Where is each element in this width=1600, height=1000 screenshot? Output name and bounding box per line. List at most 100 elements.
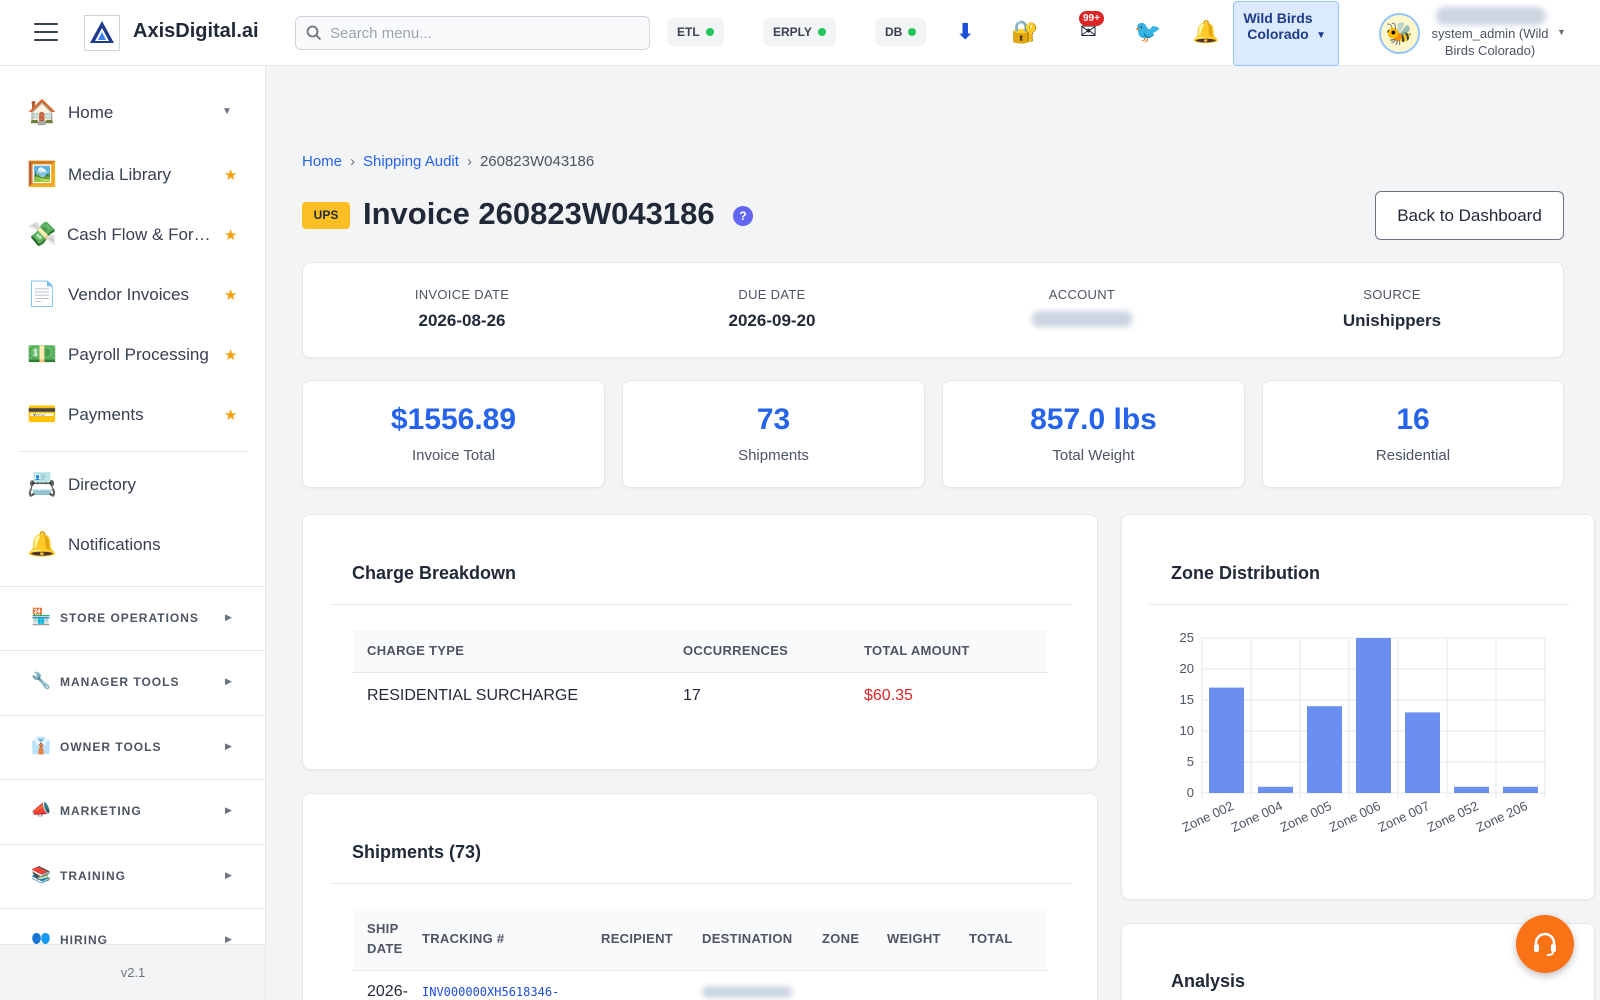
sidebar-section-marketing[interactable]: 📣 MARKETING ▶ — [0, 779, 265, 843]
charge-breakdown-panel: Charge Breakdown CHARGE TYPE OCCURRENCES… — [302, 514, 1098, 770]
star-icon[interactable]: ★ — [224, 346, 237, 364]
help-icon[interactable]: ? — [733, 206, 753, 226]
stat-card-invoice-total: $1556.89 Invoice Total — [302, 380, 605, 488]
sidebar-item-payroll-processing[interactable]: 💵 Payroll Processing ★ — [0, 330, 265, 380]
sidebar-section-training[interactable]: 📚 TRAINING ▶ — [0, 844, 265, 908]
bell-icon[interactable]: 🔔 — [1192, 18, 1219, 46]
star-icon[interactable]: ★ — [224, 226, 237, 244]
sidebar: 🏠 Home ▼ 🖼️ Media Library ★ 💸 Cash Flow … — [0, 66, 266, 1000]
wrench-icon: 🔧 — [31, 673, 51, 690]
bar-zone-052[interactable] — [1454, 786, 1489, 793]
chevron-right-icon: ▶ — [225, 676, 232, 686]
y-tick-label: 25 — [1180, 630, 1194, 645]
lock-key-icon[interactable]: 🔐 — [1011, 18, 1038, 46]
sidebar-divider — [18, 451, 248, 452]
breadcrumb-home-link[interactable]: Home — [302, 153, 342, 170]
db-status-pill[interactable]: DB — [875, 18, 927, 46]
zone-distribution-chart: 0510152025Zone 002Zone 004Zone 005Zone 0… — [1180, 630, 1546, 835]
erply-status-pill[interactable]: ERPLY — [763, 18, 836, 46]
table-row[interactable]: RESIDENTIAL SURCHARGE 17 $60.35 — [353, 672, 1047, 720]
sidebar-item-media-library[interactable]: 🖼️ Media Library ★ — [0, 150, 265, 200]
back-to-dashboard-button[interactable]: Back to Dashboard — [1375, 191, 1564, 240]
sidebar-item-notifications[interactable]: 🔔 Notifications — [0, 520, 265, 570]
tracking-link[interactable]: INV000000XH5618346- — [422, 970, 601, 1000]
rolodex-icon: 📇 — [27, 471, 57, 498]
hamburger-menu-icon[interactable] — [34, 23, 58, 43]
x-tick-label: Zone 006 — [1327, 798, 1383, 835]
store-selector-button[interactable]: Wild Birds Colorado ▼ — [1233, 1, 1339, 66]
source-field: SOURCE Unishippers — [1237, 287, 1547, 331]
house-icon: 🏠 — [27, 99, 57, 126]
bar-zone-004[interactable] — [1258, 786, 1293, 793]
due-date-field: DUE DATE 2026-09-20 — [617, 287, 927, 331]
avatar[interactable]: 🐝 — [1379, 13, 1420, 54]
document-icon: 📄 — [27, 281, 57, 308]
y-tick-label: 0 — [1187, 785, 1194, 800]
status-dot — [817, 28, 826, 36]
panel-title: Analysis — [1171, 971, 1246, 991]
x-tick-label: Zone 007 — [1376, 798, 1432, 835]
chevron-right-icon: ▶ — [225, 612, 232, 622]
page-title: Invoice 260823W043186 — [363, 196, 715, 231]
shipments-panel: Shipments (73) SHIP DATE TRACKING # RECI… — [302, 793, 1098, 1000]
sidebar-item-vendor-invoices[interactable]: 📄 Vendor Invoices ★ — [0, 270, 265, 320]
store-icon: 🏪 — [31, 609, 51, 626]
etl-status-pill[interactable]: ETL — [667, 18, 724, 46]
sidebar-item-home[interactable]: 🏠 Home ▼ — [0, 88, 265, 138]
x-tick-label: Zone 052 — [1425, 798, 1481, 835]
picture-icon: 🖼️ — [27, 161, 57, 188]
charge-table: CHARGE TYPE OCCURRENCES TOTAL AMOUNT RES… — [353, 630, 1047, 720]
sidebar-item-cash-flow[interactable]: 💸 Cash Flow & Forecasting ★ — [0, 210, 265, 260]
app-version: v2.1 — [0, 944, 265, 1000]
y-tick-label: 10 — [1180, 723, 1194, 738]
search-box[interactable] — [295, 16, 650, 50]
sidebar-item-payments[interactable]: 💳 Payments ★ — [0, 390, 265, 440]
chevron-right-icon: ▶ — [225, 741, 232, 751]
money-wings-icon: 💸 — [27, 221, 57, 248]
sidebar-section-owner-tools[interactable]: 👔 OWNER TOOLS ▶ — [0, 715, 265, 779]
star-icon[interactable]: ★ — [224, 166, 237, 184]
brand-logo[interactable] — [84, 15, 120, 51]
books-icon: 📚 — [31, 867, 51, 884]
logo-icon — [90, 21, 114, 43]
user-name-redacted — [1436, 7, 1546, 25]
sidebar-section-store-operations[interactable]: 🏪 STORE OPERATIONS ▶ — [0, 586, 265, 650]
bar-zone-206[interactable] — [1503, 786, 1538, 793]
panel-title: Charge Breakdown — [352, 563, 517, 583]
table-row[interactable]: 2026- INV000000XH5618346- — [353, 970, 1047, 1000]
brand-name[interactable]: AxisDigital.ai — [133, 20, 259, 43]
dollar-bill-icon: 💵 — [27, 341, 57, 368]
top-header: AxisDigital.ai ETL ERPLY DB ⬇ 🔐 ✉ 99+ 🐦 … — [0, 0, 1600, 66]
download-arrow-icon[interactable]: ⬇ — [956, 18, 974, 46]
star-icon[interactable]: ★ — [224, 406, 237, 424]
user-role[interactable]: system_admin (Wild Birds Colorado) — [1425, 25, 1555, 59]
chevron-down-icon[interactable]: ▼ — [222, 106, 232, 117]
breadcrumb-shipping-audit-link[interactable]: Shipping Audit — [363, 153, 459, 170]
chevron-down-icon[interactable]: ▼ — [1557, 27, 1566, 37]
panel-title: Shipments (73) — [352, 842, 482, 862]
star-icon[interactable]: ★ — [224, 286, 237, 304]
search-input[interactable] — [330, 17, 640, 49]
bar-zone-005[interactable] — [1307, 706, 1342, 793]
sidebar-item-directory[interactable]: 📇 Directory — [0, 460, 265, 510]
account-value-redacted — [1032, 311, 1132, 327]
bar-zone-007[interactable] — [1405, 712, 1440, 793]
bar-zone-006[interactable] — [1356, 638, 1391, 793]
status-dot — [705, 28, 714, 36]
y-tick-label: 20 — [1180, 661, 1194, 676]
x-tick-label: Zone 005 — [1278, 798, 1334, 835]
search-icon — [306, 25, 322, 41]
bar-zone-002[interactable] — [1209, 687, 1244, 793]
invoice-info-card: INVOICE DATE 2026-08-26 DUE DATE 2026-09… — [302, 262, 1564, 358]
chevron-right-icon: ▶ — [225, 870, 232, 880]
stat-card-total-weight: 857.0 lbs Total Weight — [942, 380, 1245, 488]
bee-icon: 🐝 — [1385, 20, 1414, 46]
bird-icon[interactable]: 🐦 — [1134, 18, 1161, 46]
mail-count-badge: 99+ — [1079, 11, 1104, 26]
invoice-date-value: 2026-08-26 — [418, 311, 506, 330]
shipments-table: SHIP DATE TRACKING # RECIPIENT DESTINATI… — [353, 908, 1047, 1000]
table-header-row: CHARGE TYPE OCCURRENCES TOTAL AMOUNT — [353, 630, 1047, 673]
sidebar-section-manager-tools[interactable]: 🔧 MANAGER TOOLS ▶ — [0, 650, 265, 714]
x-tick-label: Zone 004 — [1229, 798, 1285, 835]
support-chat-button[interactable] — [1516, 915, 1574, 973]
